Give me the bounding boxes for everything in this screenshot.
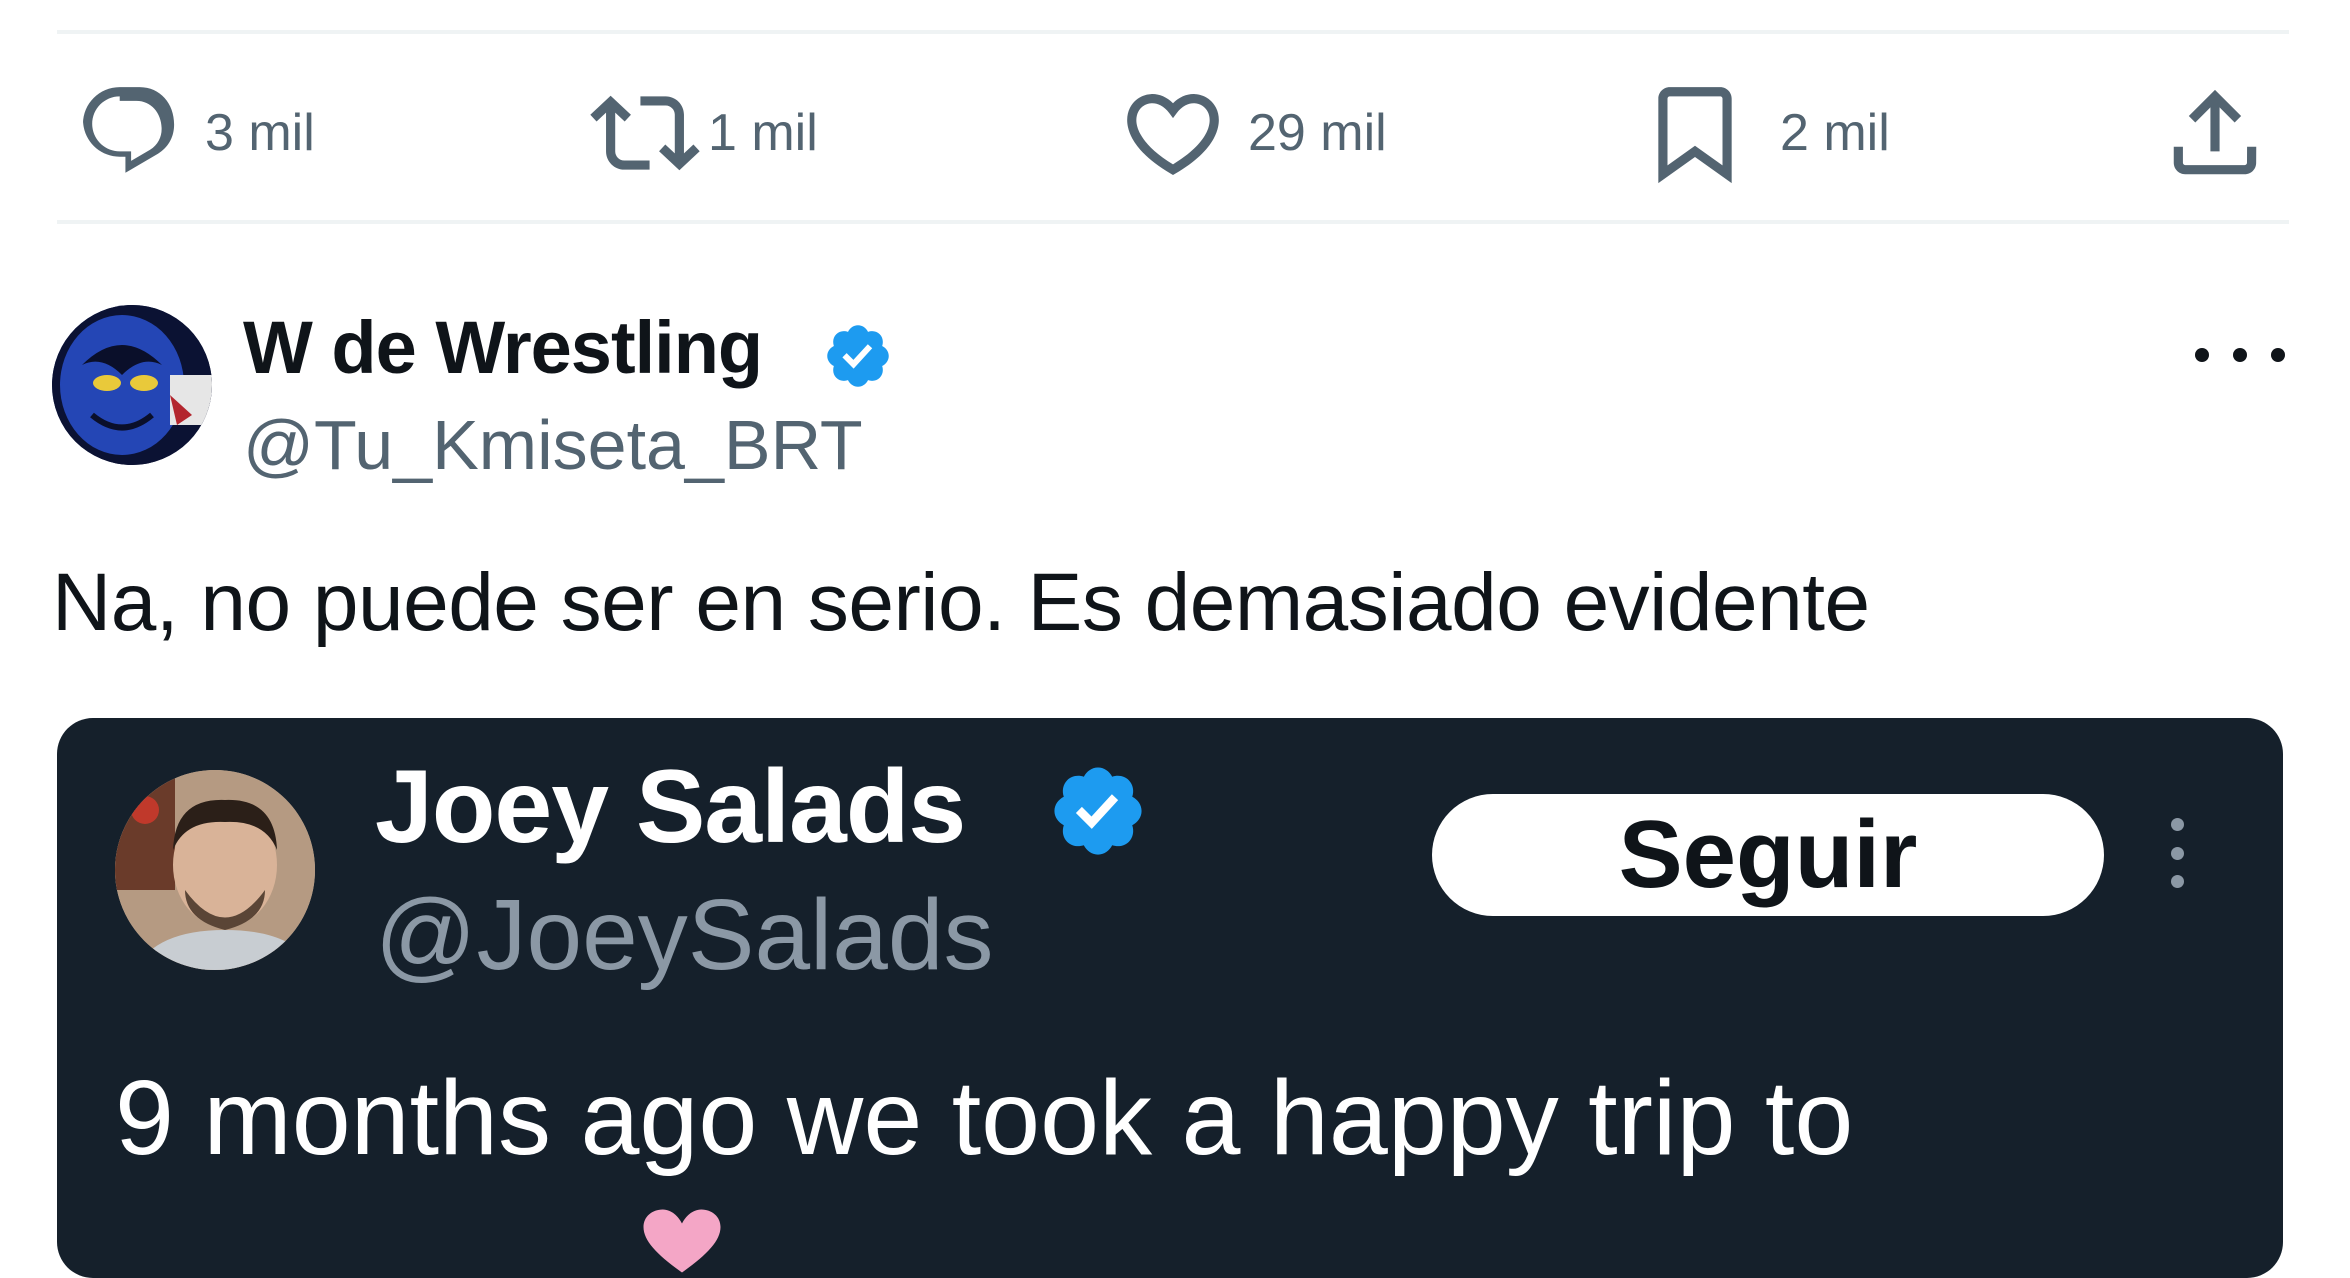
embedded-image[interactable]: Joey Salads @JoeySalads Seguir 9 months …	[57, 718, 2283, 1278]
like-count: 29 mil	[1248, 104, 1387, 162]
pink-heart-icon	[643, 1209, 721, 1273]
embedded-more-icon	[2167, 818, 2187, 888]
more-icon-dot	[2233, 348, 2247, 362]
author-handle[interactable]: @Tu_Kmiseta_BRT	[243, 405, 863, 485]
verified-badge-icon	[827, 325, 889, 387]
bookmark-count: 2 mil	[1780, 104, 1890, 162]
author-name[interactable]: W de Wrestling	[243, 305, 763, 390]
more-icon-dot	[2170, 846, 2184, 860]
author-avatar[interactable]	[52, 305, 212, 465]
top-divider	[57, 30, 2289, 34]
more-options-button[interactable]	[2195, 330, 2285, 380]
reply-icon	[83, 87, 175, 173]
embedded-author-name: Joey Salads	[375, 749, 966, 865]
verified-badge-icon	[1054, 767, 1142, 855]
avatar-image	[115, 770, 315, 970]
more-icon-dot	[2271, 348, 2285, 362]
more-icon-dot	[2170, 875, 2184, 888]
embedded-post-text: 9 months ago we took a happy trip to	[115, 1059, 1854, 1177]
like-icon	[1127, 94, 1219, 175]
like-button[interactable]: 29 mil	[1118, 78, 1387, 188]
follow-button: Seguir	[1432, 794, 2104, 916]
retweet-button[interactable]: 1 mil	[590, 78, 818, 188]
retweet-icon	[590, 95, 700, 171]
more-icon-dot	[2195, 348, 2209, 362]
post-text: Na, no puede ser en serio. Es demasiado …	[52, 557, 1870, 648]
reply-count: 3 mil	[205, 104, 315, 162]
bookmark-icon	[1658, 87, 1732, 184]
more-icon-dot	[2170, 818, 2184, 831]
embedded-author-avatar	[115, 770, 315, 970]
retweet-count: 1 mil	[708, 104, 818, 162]
avatar-image	[52, 305, 212, 465]
share-button[interactable]	[2160, 78, 2270, 188]
reply-button[interactable]: 3 mil	[75, 78, 315, 188]
bookmark-button[interactable]: 2 mil	[1640, 78, 1890, 188]
embedded-author-handle: @JoeySalads	[375, 879, 994, 991]
mid-divider	[57, 220, 2289, 224]
share-icon	[2173, 89, 2257, 175]
